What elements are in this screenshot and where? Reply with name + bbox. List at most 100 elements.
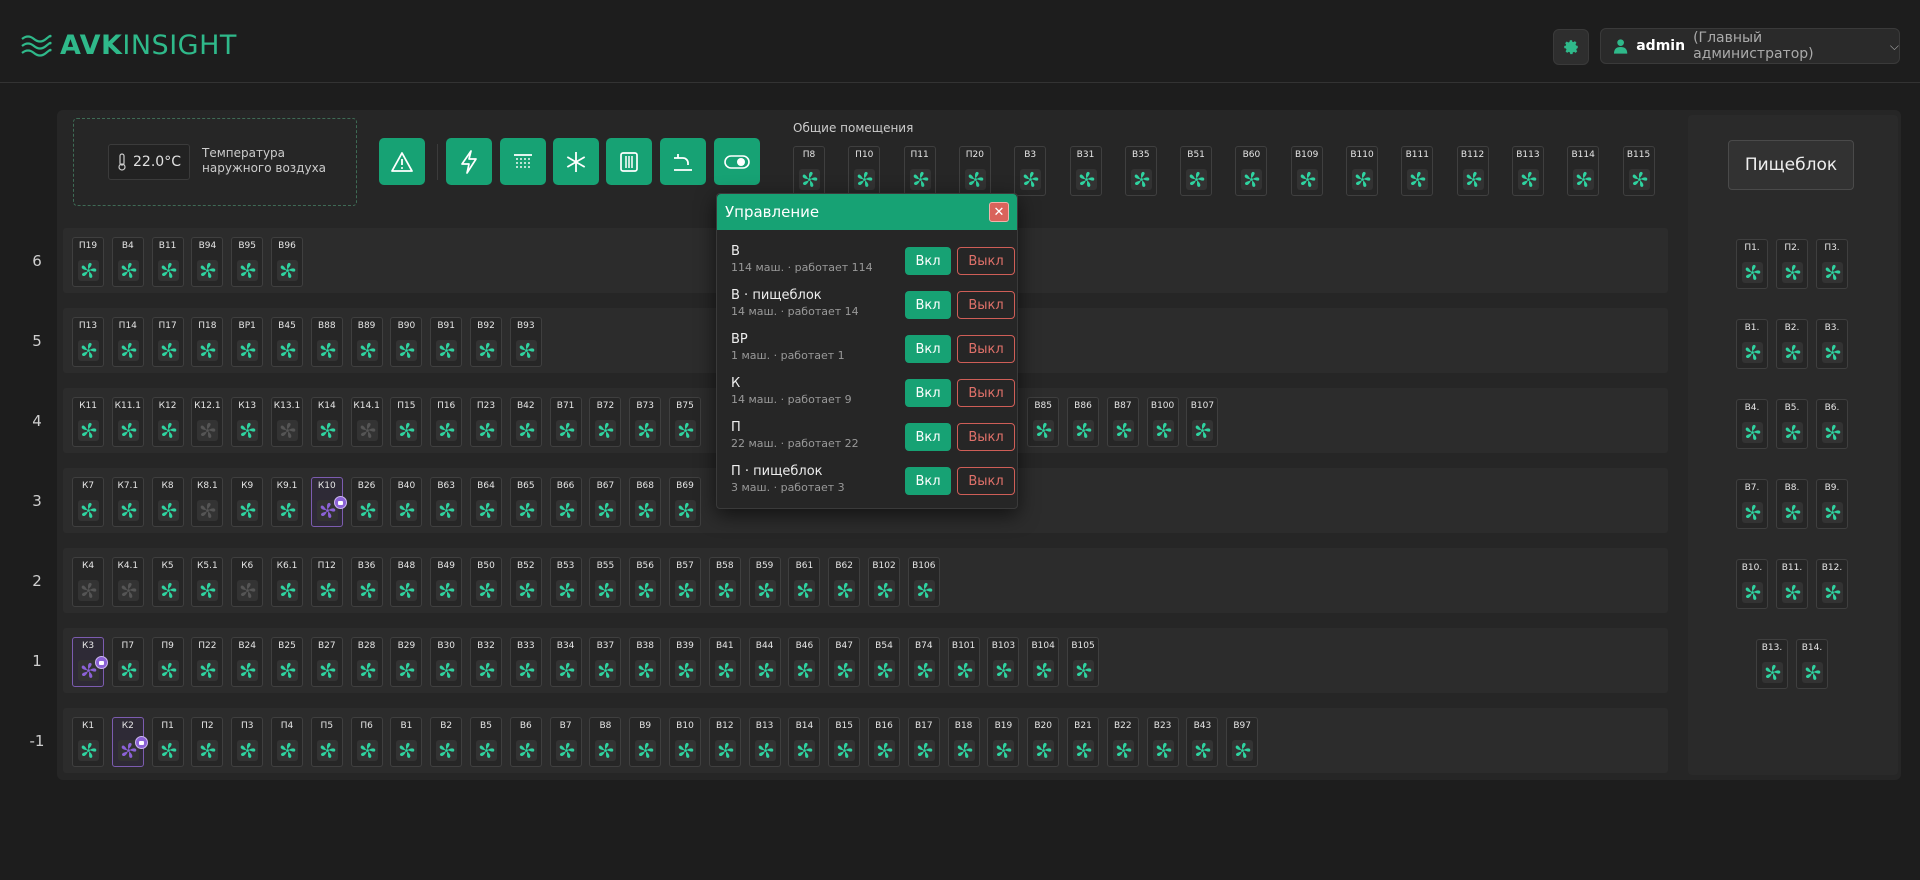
unit-cell[interactable]: К7 xyxy=(72,477,104,527)
turn-off-button[interactable]: Выкл xyxy=(957,335,1015,363)
unit-cell[interactable]: П13 xyxy=(72,317,104,367)
unit-cell[interactable]: П10 xyxy=(848,146,881,196)
unit-cell[interactable]: К6.1 xyxy=(271,557,303,607)
unit-cell[interactable]: В2. xyxy=(1776,319,1808,369)
unit-cell[interactable]: П8 xyxy=(793,146,825,196)
ventilation-mode-button[interactable] xyxy=(500,138,546,185)
unit-cell[interactable]: К13.1 xyxy=(271,397,303,447)
unit-cell[interactable]: К7.1 xyxy=(111,477,144,527)
unit-cell[interactable]: В60 xyxy=(1235,146,1268,196)
unit-cell[interactable]: В64 xyxy=(470,477,502,527)
unit-cell[interactable]: К13 xyxy=(231,397,264,447)
unit-cell[interactable]: П7 xyxy=(111,637,144,687)
unit-cell[interactable]: П12 xyxy=(310,557,343,607)
unit-cell[interactable]: П6 xyxy=(350,717,383,767)
unit-cell[interactable]: В105 xyxy=(1067,637,1099,687)
unit-cell[interactable]: К11 xyxy=(72,397,104,447)
unit-cell[interactable]: В7 xyxy=(549,717,582,767)
unit-cell[interactable]: В72 xyxy=(589,397,622,447)
unit-cell[interactable]: В14. xyxy=(1796,639,1828,689)
unit-cell[interactable]: В44 xyxy=(748,637,781,687)
unit-cell[interactable]: В15 xyxy=(828,717,861,767)
unit-cell[interactable]: В57 xyxy=(669,557,701,607)
unit-cell[interactable]: В85 xyxy=(1027,397,1060,447)
unit-cell[interactable]: В9. xyxy=(1816,479,1848,529)
unit-cell[interactable]: В49 xyxy=(430,557,463,607)
unit-cell[interactable]: В101 xyxy=(947,637,980,687)
unit-cell[interactable]: В5. xyxy=(1776,399,1808,449)
unit-cell[interactable]: В11. xyxy=(1776,559,1808,609)
unit-cell[interactable]: К8 xyxy=(151,477,184,527)
control-toggle-button[interactable] xyxy=(714,138,760,185)
unit-cell[interactable]: В75 xyxy=(669,397,701,447)
unit-cell[interactable]: П2 xyxy=(191,717,224,767)
unit-cell[interactable]: П20 xyxy=(958,146,991,196)
unit-cell[interactable]: В1 xyxy=(390,717,423,767)
unit-cell[interactable]: В1. xyxy=(1736,319,1768,369)
unit-cell[interactable]: В50 xyxy=(470,557,502,607)
unit-cell[interactable]: В26 xyxy=(350,477,383,527)
unit-cell[interactable]: В37 xyxy=(589,637,622,687)
unit-cell[interactable]: В89 xyxy=(350,317,383,367)
turn-off-button[interactable]: Выкл xyxy=(957,423,1015,451)
unit-cell[interactable]: В65 xyxy=(509,477,542,527)
unit-cell[interactable]: В32 xyxy=(470,637,502,687)
unit-cell[interactable]: ВР1 xyxy=(231,317,264,367)
unit-cell[interactable]: В63 xyxy=(430,477,463,527)
unit-cell[interactable]: В35 xyxy=(1124,146,1157,196)
unit-cell[interactable]: В113 xyxy=(1511,146,1544,196)
unit-cell[interactable]: П9 xyxy=(151,637,184,687)
unit-cell[interactable]: В11 xyxy=(151,237,184,287)
unit-cell[interactable]: В13 xyxy=(748,717,781,767)
unit-cell[interactable]: В4 xyxy=(111,237,144,287)
unit-cell[interactable]: В12 xyxy=(708,717,741,767)
unit-cell[interactable]: В6 xyxy=(509,717,542,767)
unit-cell[interactable]: К14 xyxy=(310,397,343,447)
unit-cell[interactable]: К12.1 xyxy=(191,397,224,447)
unit-cell[interactable]: П3 xyxy=(231,717,264,767)
unit-cell[interactable]: В90 xyxy=(390,317,423,367)
unit-cell[interactable]: В93 xyxy=(509,317,542,367)
unit-cell[interactable]: В100 xyxy=(1146,397,1179,447)
unit-cell[interactable]: К4.1 xyxy=(111,557,144,607)
unit-cell[interactable]: П4 xyxy=(271,717,303,767)
unit-cell[interactable]: В67 xyxy=(589,477,622,527)
unit-cell[interactable]: В10. xyxy=(1736,559,1768,609)
unit-cell[interactable]: В88 xyxy=(310,317,343,367)
unit-cell[interactable]: В6. xyxy=(1816,399,1848,449)
unit-cell[interactable]: В91 xyxy=(430,317,463,367)
unit-cell[interactable]: К2 xyxy=(111,717,148,767)
unit-cell[interactable]: П15 xyxy=(390,397,423,447)
turn-on-button[interactable]: Вкл xyxy=(905,335,951,363)
unit-cell[interactable]: В16 xyxy=(868,717,900,767)
unit-cell[interactable]: В61 xyxy=(788,557,821,607)
unit-cell[interactable]: К4 xyxy=(72,557,104,607)
unit-cell[interactable]: К14.1 xyxy=(350,397,383,447)
unit-cell[interactable]: К8.1 xyxy=(191,477,224,527)
unit-cell[interactable]: В28 xyxy=(350,637,383,687)
unit-cell[interactable]: В34 xyxy=(549,637,582,687)
unit-cell[interactable]: К5 xyxy=(151,557,184,607)
unit-cell[interactable]: В7. xyxy=(1736,479,1768,529)
unit-cell[interactable]: К9.1 xyxy=(271,477,303,527)
unit-cell[interactable]: П23 xyxy=(470,397,502,447)
unit-cell[interactable]: В95 xyxy=(231,237,264,287)
unit-cell[interactable]: В115 xyxy=(1622,146,1655,196)
unit-cell[interactable]: В21 xyxy=(1067,717,1099,767)
unit-cell[interactable]: В96 xyxy=(271,237,303,287)
unit-cell[interactable]: В111 xyxy=(1401,146,1434,196)
unit-cell[interactable]: В46 xyxy=(788,637,821,687)
unit-cell[interactable]: В114 xyxy=(1567,146,1600,196)
unit-cell[interactable]: П16 xyxy=(430,397,463,447)
unit-cell[interactable]: В86 xyxy=(1067,397,1099,447)
unit-cell[interactable]: В2 xyxy=(430,717,463,767)
unit-cell[interactable]: К5.1 xyxy=(191,557,224,607)
unit-cell[interactable]: В48 xyxy=(390,557,423,607)
unit-cell[interactable]: В9 xyxy=(629,717,662,767)
unit-cell[interactable]: В51 xyxy=(1180,146,1213,196)
unit-cell[interactable]: П3. xyxy=(1816,239,1848,289)
unit-cell[interactable]: В12. xyxy=(1816,559,1848,609)
turn-off-button[interactable]: Выкл xyxy=(957,247,1015,275)
unit-cell[interactable]: В112 xyxy=(1456,146,1489,196)
unit-cell[interactable]: К12 xyxy=(151,397,184,447)
